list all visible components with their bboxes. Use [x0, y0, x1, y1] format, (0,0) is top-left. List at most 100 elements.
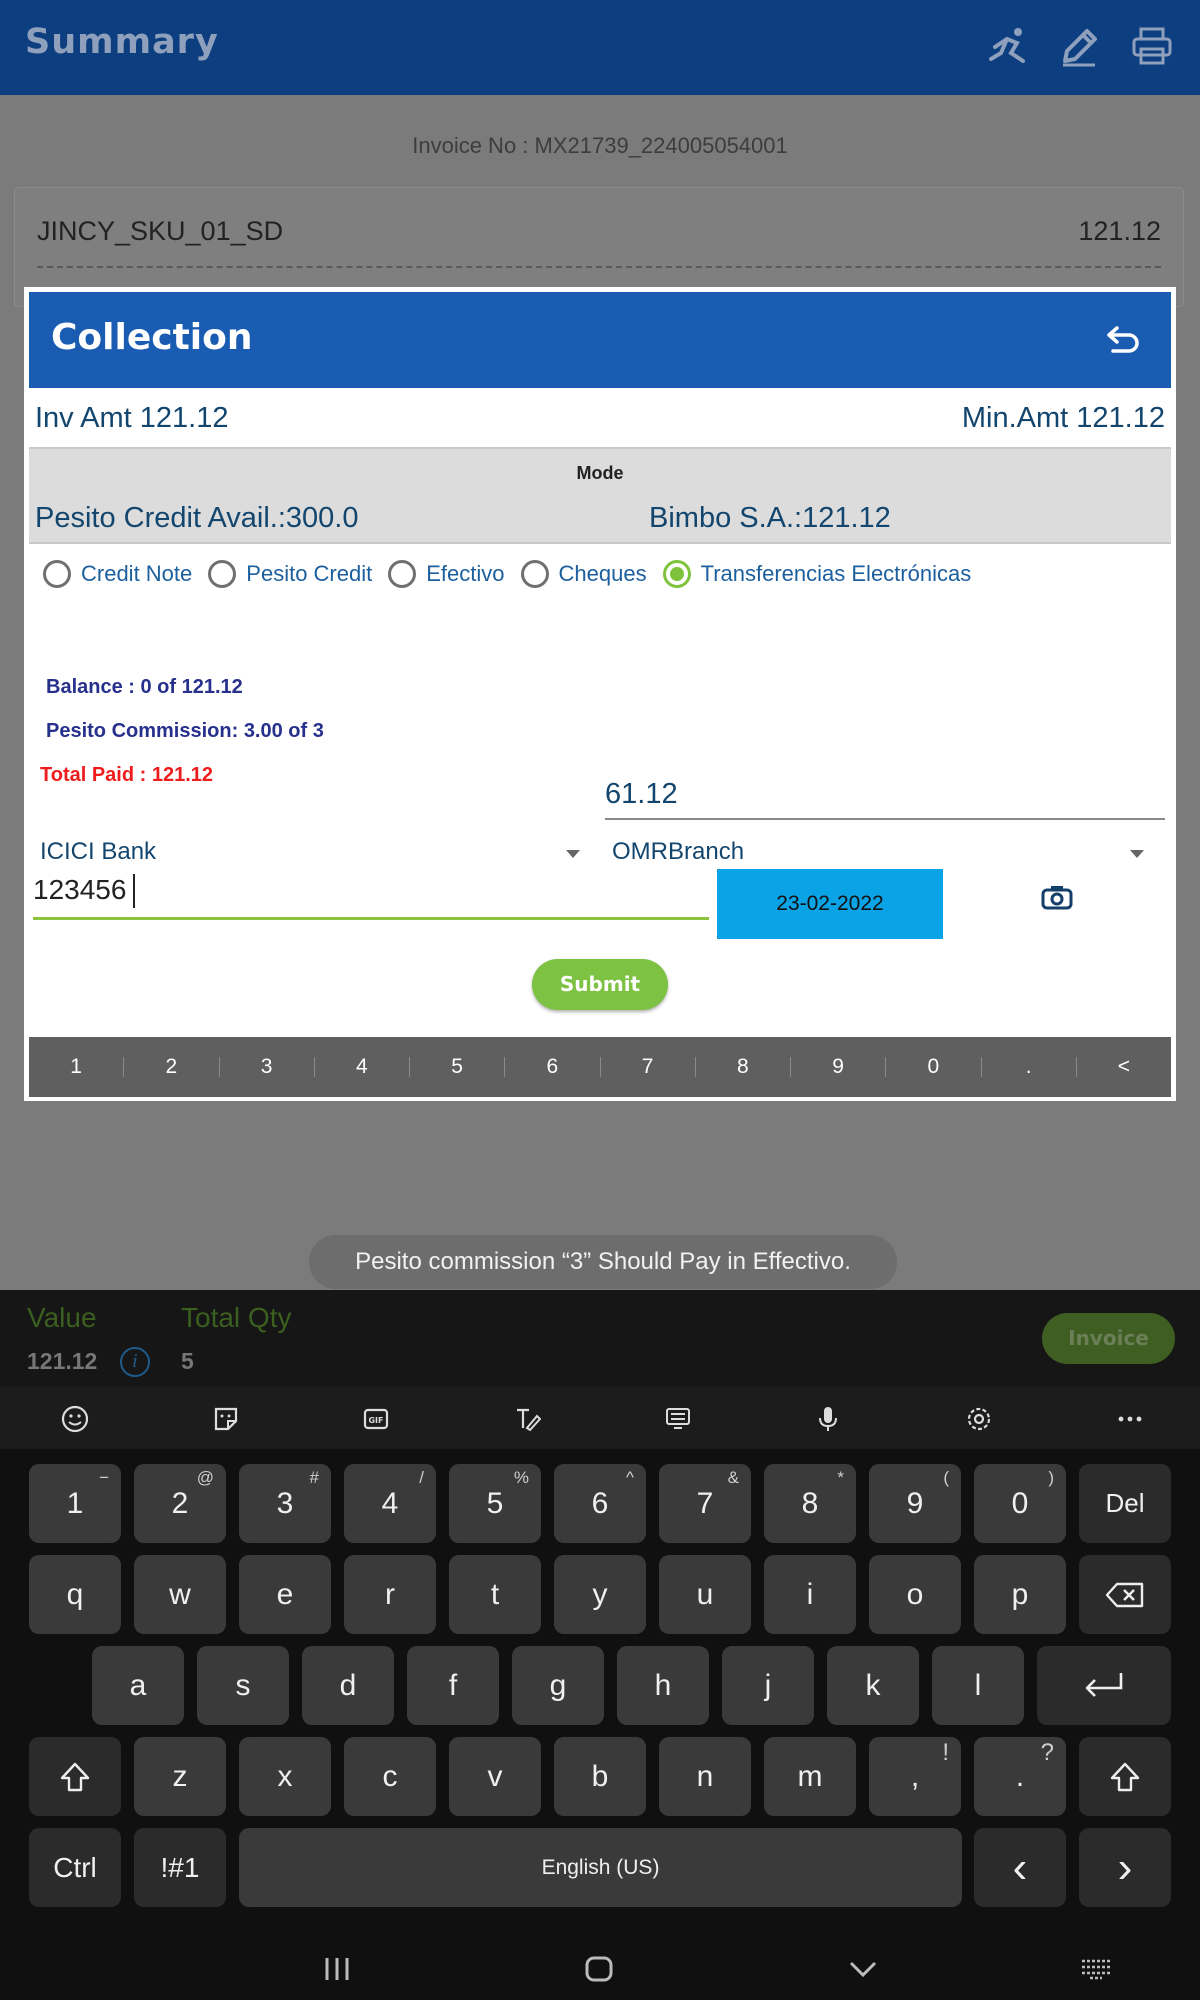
- key-2[interactable]: 2 @: [134, 1464, 226, 1543]
- key-label: .: [1015, 1760, 1025, 1793]
- numpad-key-5[interactable]: 5: [410, 1056, 506, 1077]
- key-z[interactable]: z: [134, 1737, 226, 1816]
- key-k[interactable]: k: [827, 1646, 919, 1725]
- numpad-key-7[interactable]: 7: [601, 1056, 696, 1077]
- symbols-key[interactable]: !#1: [134, 1828, 226, 1907]
- amount-input[interactable]: 61.12: [605, 770, 1165, 820]
- key-j[interactable]: j: [722, 1646, 814, 1725]
- radio-cheques[interactable]: Cheques: [520, 560, 647, 588]
- key-d[interactable]: d: [302, 1646, 394, 1725]
- radio-efectivo[interactable]: Efectivo: [388, 560, 505, 588]
- home-icon[interactable]: [584, 1955, 614, 1983]
- key-r[interactable]: r: [344, 1555, 436, 1634]
- radio-button-selected[interactable]: [662, 560, 691, 588]
- radio-credit-note[interactable]: Credit Note: [43, 560, 192, 588]
- numpad-key-2[interactable]: 2: [124, 1056, 220, 1077]
- key-u[interactable]: u: [659, 1555, 751, 1634]
- key-m[interactable]: m: [764, 1737, 856, 1816]
- numpad-key-9[interactable]: 9: [791, 1056, 887, 1077]
- back-icon[interactable]: [1105, 322, 1141, 358]
- run-icon[interactable]: [987, 25, 1031, 69]
- info-icon[interactable]: i: [120, 1347, 150, 1377]
- numpad-key-6[interactable]: 6: [505, 1056, 601, 1077]
- chevron-down-icon[interactable]: [848, 1960, 878, 1978]
- keyboard-mode-icon[interactable]: [664, 1405, 692, 1433]
- numpad-key-1[interactable]: 1: [29, 1056, 125, 1077]
- key-s[interactable]: s: [197, 1646, 289, 1725]
- cursor-right-key[interactable]: ›: [1079, 1828, 1171, 1907]
- numpad-key-backspace[interactable]: <: [1077, 1056, 1171, 1077]
- submit-button[interactable]: Submit: [532, 959, 668, 1010]
- key-alt: (: [943, 1468, 949, 1487]
- del-key[interactable]: Del: [1079, 1464, 1171, 1543]
- more-icon[interactable]: [1116, 1405, 1144, 1433]
- numpad-key-4[interactable]: 4: [315, 1056, 410, 1077]
- key-label: 8: [801, 1487, 819, 1520]
- key-alt: !: [942, 1739, 949, 1766]
- key-p[interactable]: p: [974, 1555, 1066, 1634]
- enter-key[interactable]: [1037, 1646, 1171, 1725]
- invoice-button[interactable]: Invoice: [1042, 1313, 1175, 1364]
- key-b[interactable]: b: [554, 1737, 646, 1816]
- key-t[interactable]: t: [449, 1555, 541, 1634]
- key-q[interactable]: q: [29, 1555, 121, 1634]
- key-0[interactable]: 0): [974, 1464, 1066, 1543]
- key-g[interactable]: g: [512, 1646, 604, 1725]
- key-f[interactable]: f: [407, 1646, 499, 1725]
- numpad-key-0[interactable]: 0: [886, 1056, 982, 1077]
- radio-label: Cheques: [558, 561, 647, 586]
- key-label: 1: [66, 1487, 84, 1520]
- numpad-key-3[interactable]: 3: [220, 1056, 315, 1077]
- key-o[interactable]: o: [869, 1555, 961, 1634]
- edit-icon[interactable]: [1057, 25, 1101, 69]
- print-icon[interactable]: [1130, 25, 1174, 69]
- key-c[interactable]: c: [344, 1737, 436, 1816]
- microphone-icon[interactable]: [814, 1405, 842, 1433]
- ctrl-key[interactable]: Ctrl: [29, 1828, 121, 1907]
- radio-transferencias[interactable]: Transferencias Electrónicas: [662, 560, 971, 588]
- reference-input[interactable]: 123456: [33, 862, 709, 920]
- date-picker-button[interactable]: 23-02-2022: [717, 869, 943, 939]
- backspace-key[interactable]: [1079, 1555, 1171, 1634]
- key-n[interactable]: n: [659, 1737, 751, 1816]
- radio-button[interactable]: [208, 560, 237, 588]
- emoji-icon[interactable]: [61, 1405, 89, 1433]
- space-key[interactable]: English (US): [239, 1828, 962, 1907]
- shift-key-left[interactable]: [29, 1737, 121, 1816]
- key-8[interactable]: 8 *: [764, 1464, 856, 1543]
- recents-icon[interactable]: [323, 1956, 351, 1982]
- radio-button[interactable]: [388, 560, 417, 588]
- key-1[interactable]: 1−: [29, 1464, 121, 1543]
- key-a[interactable]: a: [92, 1646, 184, 1725]
- key-4[interactable]: 4/: [344, 1464, 436, 1543]
- key-y[interactable]: y: [554, 1555, 646, 1634]
- key-6[interactable]: 6 ^: [554, 1464, 646, 1543]
- key-h[interactable]: h: [617, 1646, 709, 1725]
- sticker-icon[interactable]: [212, 1405, 240, 1433]
- key-comma[interactable]: ,!: [869, 1737, 961, 1816]
- key-5[interactable]: 5%: [449, 1464, 541, 1543]
- key-x[interactable]: x: [239, 1737, 331, 1816]
- handwriting-icon[interactable]: [513, 1405, 541, 1433]
- key-period[interactable]: .?: [974, 1737, 1066, 1816]
- numpad-key-8[interactable]: 8: [696, 1056, 791, 1077]
- key-3[interactable]: 3 #: [239, 1464, 331, 1543]
- camera-icon[interactable]: [1041, 885, 1073, 911]
- shift-key-right[interactable]: [1079, 1737, 1171, 1816]
- cursor-left-key[interactable]: ‹: [974, 1828, 1066, 1907]
- key-v[interactable]: v: [449, 1737, 541, 1816]
- key-i[interactable]: i: [764, 1555, 856, 1634]
- numpad-key-dot[interactable]: .: [982, 1056, 1077, 1077]
- settings-icon[interactable]: [965, 1405, 993, 1433]
- key-7[interactable]: 7 &: [659, 1464, 751, 1543]
- key-label: 4: [381, 1487, 399, 1520]
- app-bar: Summary: [0, 0, 1200, 95]
- keyboard-icon[interactable]: [1080, 1958, 1112, 1980]
- gif-icon[interactable]: GIF: [362, 1405, 390, 1433]
- radio-button[interactable]: [520, 560, 549, 588]
- radio-pesito-credit[interactable]: Pesito Credit: [208, 560, 372, 588]
- key-e[interactable]: e: [239, 1555, 331, 1634]
- radio-button[interactable]: [43, 560, 71, 588]
- key-9[interactable]: 9(: [869, 1464, 961, 1543]
- key-w[interactable]: w: [134, 1555, 226, 1634]
